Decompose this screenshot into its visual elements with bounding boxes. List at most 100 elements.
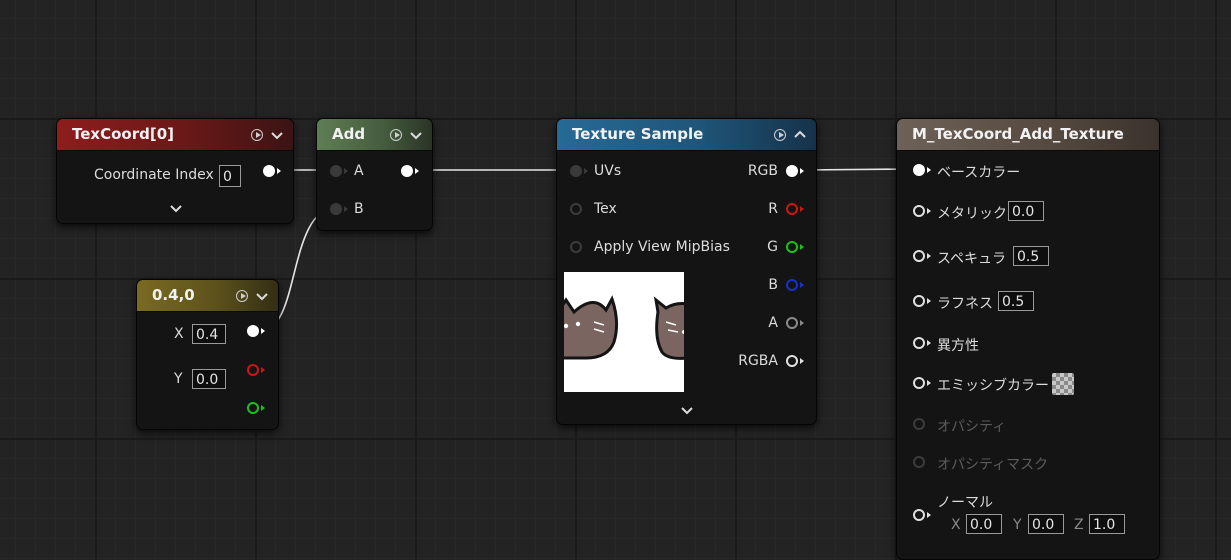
a-output-pin[interactable] xyxy=(786,317,798,329)
add-input-a-arrow-icon xyxy=(344,168,348,174)
texcoord-title: TexCoord[0] xyxy=(72,125,174,143)
rgb-output-pin[interactable] xyxy=(786,165,798,177)
normal-x-field[interactable]: 0.0 xyxy=(966,514,1002,534)
specular-field[interactable]: 0.5 xyxy=(1013,246,1049,266)
emissive-color-swatch[interactable] xyxy=(1052,373,1074,395)
expand-chevron-icon[interactable] xyxy=(168,203,184,215)
add-input-a-pin[interactable] xyxy=(330,165,342,177)
opacity-mask-label: オパシティマスク xyxy=(937,457,1049,473)
g-output-label: G xyxy=(767,239,778,255)
add-output-pin[interactable] xyxy=(401,165,413,177)
preview-play-icon[interactable] xyxy=(774,128,786,141)
base-color-arrow-icon xyxy=(927,167,931,173)
rgb-arrow-icon xyxy=(800,168,804,174)
a-output-label: A xyxy=(768,315,778,331)
chevron-down-icon[interactable] xyxy=(269,127,285,143)
specular-pin[interactable] xyxy=(913,250,925,262)
base-color-pin[interactable] xyxy=(913,164,925,176)
mipbias-input-pin[interactable] xyxy=(570,241,582,253)
collapse-preview-chevron-icon[interactable] xyxy=(679,405,695,417)
b-arrow-icon xyxy=(800,282,804,288)
r-arrow-icon xyxy=(800,206,804,212)
mipbias-label: Apply View MipBias xyxy=(594,239,730,255)
texture-sample-title: Texture Sample xyxy=(572,125,704,143)
normal-label: ノーマル xyxy=(937,495,993,511)
uvs-input-pin[interactable] xyxy=(570,165,582,177)
constant-x-label: X xyxy=(174,326,184,342)
constant-y-label: Y xyxy=(174,371,183,387)
add-pin-b-label: B xyxy=(354,201,364,217)
metallic-arrow-icon xyxy=(927,208,931,214)
anisotropy-label: 異方性 xyxy=(937,338,979,354)
normal-z-label: Z xyxy=(1074,517,1084,533)
texcoord-header[interactable]: TexCoord[0] xyxy=(57,119,293,151)
chevron-down-icon[interactable] xyxy=(254,288,270,304)
tex-input-pin[interactable] xyxy=(570,203,582,215)
tex-label: Tex xyxy=(594,201,617,217)
r-output-pin[interactable] xyxy=(786,203,798,215)
add-output-arrow-icon xyxy=(415,168,419,174)
material-header[interactable]: M_TexCoord_Add_Texture xyxy=(897,119,1159,151)
add-header[interactable]: Add xyxy=(317,119,432,151)
preview-play-icon[interactable] xyxy=(236,289,248,302)
roughness-field[interactable]: 0.5 xyxy=(998,291,1034,311)
normal-z-field[interactable]: 1.0 xyxy=(1089,514,1125,534)
metallic-field[interactable]: 0.0 xyxy=(1008,201,1044,221)
rgba-output-label: RGBA xyxy=(738,353,778,369)
constant-header[interactable]: 0.4,0 xyxy=(137,280,278,312)
constant-g-output-pin[interactable] xyxy=(247,402,259,414)
rgba-output-pin[interactable] xyxy=(786,355,798,367)
texcoord-node[interactable]: TexCoord[0] Coordinate Index 0 xyxy=(56,118,294,224)
normal-y-field[interactable]: 0.0 xyxy=(1028,514,1064,534)
coordinate-index-label: Coordinate Index xyxy=(94,167,214,183)
opacity-pin[interactable] xyxy=(913,418,925,430)
add-pin-a-label: A xyxy=(354,163,364,179)
rgba-arrow-icon xyxy=(800,358,804,364)
normal-x-label: X xyxy=(951,517,961,533)
preview-play-icon[interactable] xyxy=(251,128,263,141)
preview-play-icon[interactable] xyxy=(390,128,402,141)
chevron-down-icon[interactable] xyxy=(408,127,424,143)
material-result-node[interactable]: M_TexCoord_Add_Texture ベースカラー メタリック 0.0 … xyxy=(896,118,1160,560)
b-output-pin[interactable] xyxy=(786,279,798,291)
texcoord-output-arrow-icon xyxy=(277,168,281,174)
constant-output-pin[interactable] xyxy=(247,325,259,337)
material-title: M_TexCoord_Add_Texture xyxy=(912,125,1124,143)
roughness-pin[interactable] xyxy=(913,295,925,307)
chevron-up-icon[interactable] xyxy=(792,127,808,143)
texcoord-output-pin[interactable] xyxy=(263,165,275,177)
normal-arrow-icon xyxy=(927,512,931,518)
emissive-label: エミッシブカラー xyxy=(937,378,1049,394)
constant-x-field[interactable]: 0.4 xyxy=(192,324,226,344)
opacity-mask-pin[interactable] xyxy=(913,456,925,468)
texture-sample-node[interactable]: Texture Sample UVs Tex Apply View MipBia… xyxy=(556,118,817,425)
coordinate-index-field[interactable]: 0 xyxy=(219,165,241,187)
constant-node[interactable]: 0.4,0 X 0.4 Y 0.0 xyxy=(136,279,279,430)
g-output-pin[interactable] xyxy=(786,241,798,253)
constant-y-field[interactable]: 0.0 xyxy=(192,369,226,389)
uvs-label: UVs xyxy=(594,163,622,179)
texture-sample-header[interactable]: Texture Sample xyxy=(557,119,816,151)
constant-r-arrow-icon xyxy=(261,367,265,373)
r-output-label: R xyxy=(768,201,778,217)
add-node[interactable]: Add A B xyxy=(316,118,433,231)
g-arrow-icon xyxy=(800,244,804,250)
anisotropy-pin[interactable] xyxy=(913,337,925,349)
metallic-label: メタリック xyxy=(937,206,1007,222)
add-title: Add xyxy=(332,125,366,143)
specular-label: スペキュラ xyxy=(937,251,1007,267)
emissive-arrow-icon xyxy=(927,380,931,386)
add-input-b-arrow-icon xyxy=(344,206,348,212)
emissive-pin[interactable] xyxy=(913,377,925,389)
metallic-pin[interactable] xyxy=(913,205,925,217)
constant-output-arrow-icon xyxy=(261,328,265,334)
constant-title: 0.4,0 xyxy=(152,286,195,304)
roughness-label: ラフネス xyxy=(937,296,993,312)
constant-r-output-pin[interactable] xyxy=(247,364,259,376)
a-arrow-icon xyxy=(800,320,804,326)
uvs-arrow-icon xyxy=(584,168,588,174)
texture-preview-image xyxy=(564,272,684,392)
normal-pin[interactable] xyxy=(913,509,925,521)
specular-arrow-icon xyxy=(927,253,931,259)
add-input-b-pin[interactable] xyxy=(330,203,342,215)
